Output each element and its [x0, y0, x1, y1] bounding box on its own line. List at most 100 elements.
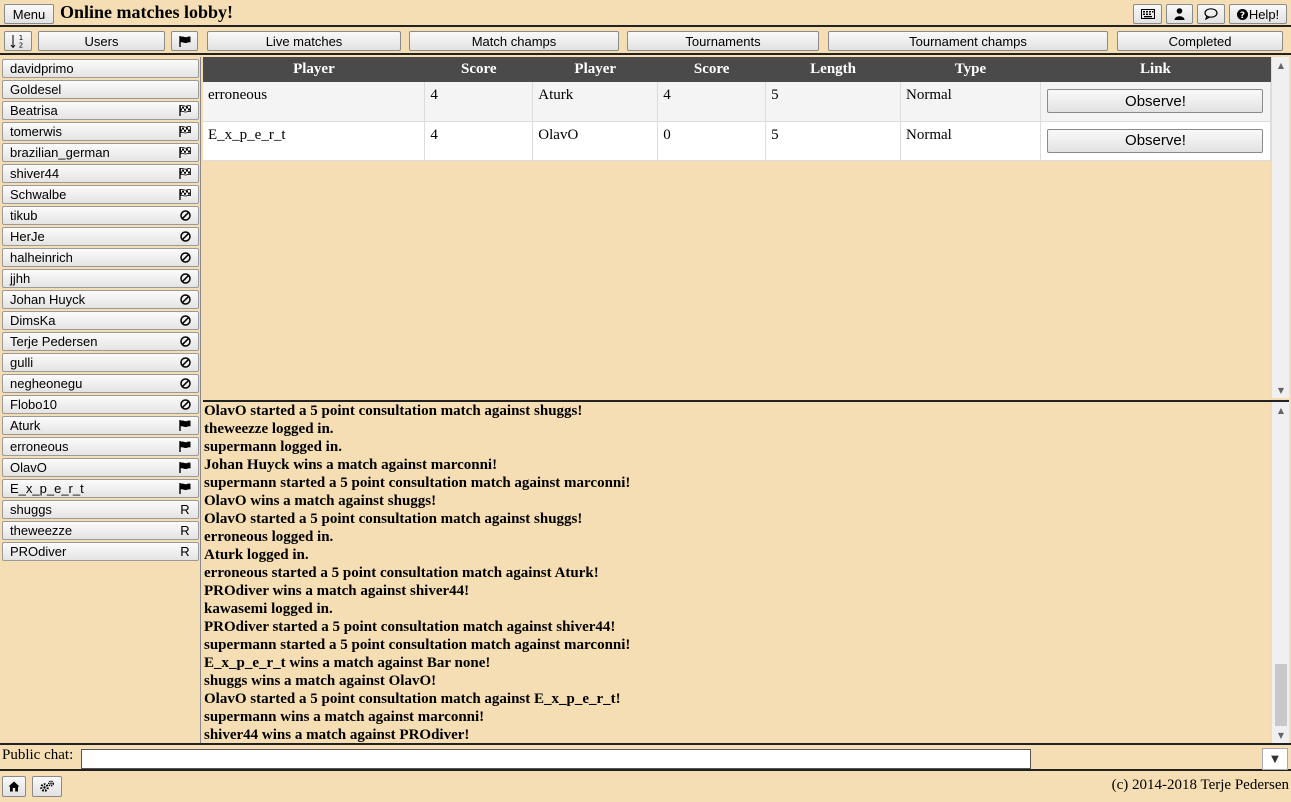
- user-list-item[interactable]: E_x_p_e_r_t: [2, 479, 199, 498]
- user-list-item[interactable]: shuggs R: [2, 500, 199, 519]
- user-list-item[interactable]: tomerwis: [2, 122, 199, 141]
- user-list-item[interactable]: gulli: [2, 353, 199, 372]
- scroll-up-arrow-icon[interactable]: ▲: [1272, 402, 1289, 418]
- match-cell-type: Normal: [900, 82, 1041, 122]
- user-list-item[interactable]: shiver44: [2, 164, 199, 183]
- match-cell-s2: 4: [657, 82, 767, 122]
- user-name: Aturk: [10, 418, 41, 433]
- user-name: Goldesel: [10, 82, 62, 97]
- matches-table: Player Score Player Score Length Type Li…: [203, 57, 1272, 161]
- user-name: DimsKa: [10, 313, 56, 328]
- flag-icon: [178, 417, 192, 434]
- blocked-icon: [178, 396, 192, 413]
- user-list-item[interactable]: HerJe: [2, 227, 199, 246]
- blocked-icon: [178, 354, 192, 371]
- tab-bar: 1 2 Users Live matches Match champs Tour…: [0, 29, 1291, 55]
- flag-icon: [178, 438, 192, 455]
- user-list-item[interactable]: theweezze R: [2, 521, 199, 540]
- user-list-item[interactable]: Terje Pedersen: [2, 332, 199, 351]
- user-icon: [1174, 8, 1185, 20]
- user-name: Beatrisa: [10, 103, 58, 118]
- tab-users[interactable]: Users: [38, 31, 165, 51]
- observe-button[interactable]: Observe!: [1047, 128, 1264, 153]
- matches-header-row: Player Score Player Score Length Type Li…: [203, 57, 1271, 82]
- event-log: OlavO started a 5 point consultation mat…: [203, 400, 1289, 743]
- tab-tournament-champs[interactable]: Tournament champs: [828, 31, 1108, 51]
- user-list-item[interactable]: Flobo10: [2, 395, 199, 414]
- chevron-down-icon: ▼: [1271, 753, 1279, 765]
- tab-match-champs[interactable]: Match champs: [409, 31, 619, 51]
- scroll-down-arrow-icon[interactable]: ▼: [1272, 382, 1290, 398]
- column-header: Type: [900, 57, 1041, 82]
- user-name: Schwalbe: [10, 187, 67, 202]
- chat-button[interactable]: [1197, 4, 1225, 24]
- user-list-item[interactable]: Aturk: [2, 416, 199, 435]
- blocked-icon: [178, 207, 192, 224]
- blocked-icon: [178, 228, 192, 245]
- user-list-item[interactable]: Schwalbe: [2, 185, 199, 204]
- user-name: gulli: [10, 355, 34, 370]
- svg-text:2: 2: [19, 42, 23, 50]
- match-cell-link: Observe!: [1040, 82, 1272, 122]
- flag-icon: [178, 459, 192, 476]
- user-list-item[interactable]: PROdiver R: [2, 542, 199, 561]
- user-list-item[interactable]: brazilian_german: [2, 143, 199, 162]
- observe-button[interactable]: Observe!: [1047, 89, 1264, 113]
- home-button[interactable]: [2, 776, 26, 797]
- status-empty: [178, 60, 192, 77]
- user-button[interactable]: [1166, 4, 1193, 24]
- match-cell-p1: erroneous: [203, 82, 426, 122]
- sort-button[interactable]: 1 2: [4, 31, 32, 51]
- user-list-item[interactable]: erroneous: [2, 437, 199, 456]
- status-empty: [178, 81, 192, 98]
- match-cell-p2: OlavO: [532, 121, 659, 161]
- user-name: HerJe: [10, 229, 45, 244]
- tab-tournaments[interactable]: Tournaments: [627, 31, 819, 51]
- settings-button[interactable]: [32, 776, 62, 797]
- scroll-thumb[interactable]: [1275, 664, 1287, 726]
- checkered-flag-icon: [178, 186, 192, 203]
- menu-button[interactable]: Menu: [4, 4, 54, 24]
- scroll-up-arrow-icon[interactable]: ▲: [1272, 57, 1290, 73]
- log-entry: kawasemi logged in.: [204, 601, 333, 617]
- chat-input[interactable]: [81, 749, 1031, 769]
- log-entry: supermann logged in.: [204, 439, 342, 455]
- user-list-item[interactable]: Goldesel: [2, 80, 199, 99]
- tab-completed[interactable]: Completed: [1117, 31, 1283, 51]
- blocked-icon: [178, 312, 192, 329]
- live-matches-panel: Player Score Player Score Length Type Li…: [203, 57, 1289, 398]
- user-list-item[interactable]: halheinrich: [2, 248, 199, 267]
- log-entry: OlavO started a 5 point consultation mat…: [204, 511, 583, 527]
- svg-text:?: ?: [1240, 10, 1245, 19]
- log-entry: PROdiver started a 5 point consultation …: [204, 619, 616, 635]
- footer: (c) 2014-2018 Terje Pedersen: [0, 771, 1291, 802]
- keyboard-button[interactable]: [1133, 4, 1162, 24]
- chat-select[interactable]: ▼: [1262, 748, 1288, 770]
- user-name: OlavO: [10, 460, 47, 475]
- user-list-item[interactable]: OlavO: [2, 458, 199, 477]
- log-entry: supermann started a 5 point consultation…: [204, 637, 631, 653]
- log-entry: PROdiver wins a match against shiver44!: [204, 583, 470, 599]
- user-name: E_x_p_e_r_t: [10, 481, 84, 496]
- scroll-down-arrow-icon[interactable]: ▼: [1272, 727, 1289, 743]
- user-list-item[interactable]: negheonegu: [2, 374, 199, 393]
- log-entry: Johan Huyck wins a match against marconn…: [204, 457, 498, 473]
- tab-live-matches[interactable]: Live matches: [207, 31, 401, 51]
- log-entry: theweezze logged in.: [204, 421, 334, 437]
- user-list-item[interactable]: tikub: [2, 206, 199, 225]
- user-list-item[interactable]: jjhh: [2, 269, 199, 288]
- user-list-item[interactable]: DimsKa: [2, 311, 199, 330]
- chat-bar: Public chat: ▼: [0, 743, 1291, 771]
- match-cell-s1: 4: [424, 82, 534, 122]
- help-circle-icon: ?: [1236, 8, 1248, 20]
- matches-scrollbar[interactable]: ▲ ▼: [1271, 57, 1289, 398]
- help-button[interactable]: ? Help!: [1229, 4, 1287, 24]
- column-header: Score: [424, 57, 533, 82]
- checkered-flag-icon: [178, 144, 192, 161]
- user-list-item[interactable]: Beatrisa: [2, 101, 199, 120]
- user-list-item[interactable]: davidprimo: [2, 59, 199, 78]
- log-scrollbar[interactable]: ▲ ▼: [1271, 402, 1289, 743]
- user-list-item[interactable]: Johan Huyck: [2, 290, 199, 309]
- tab-flag[interactable]: [171, 31, 198, 51]
- chat-bubble-icon: [1204, 8, 1218, 20]
